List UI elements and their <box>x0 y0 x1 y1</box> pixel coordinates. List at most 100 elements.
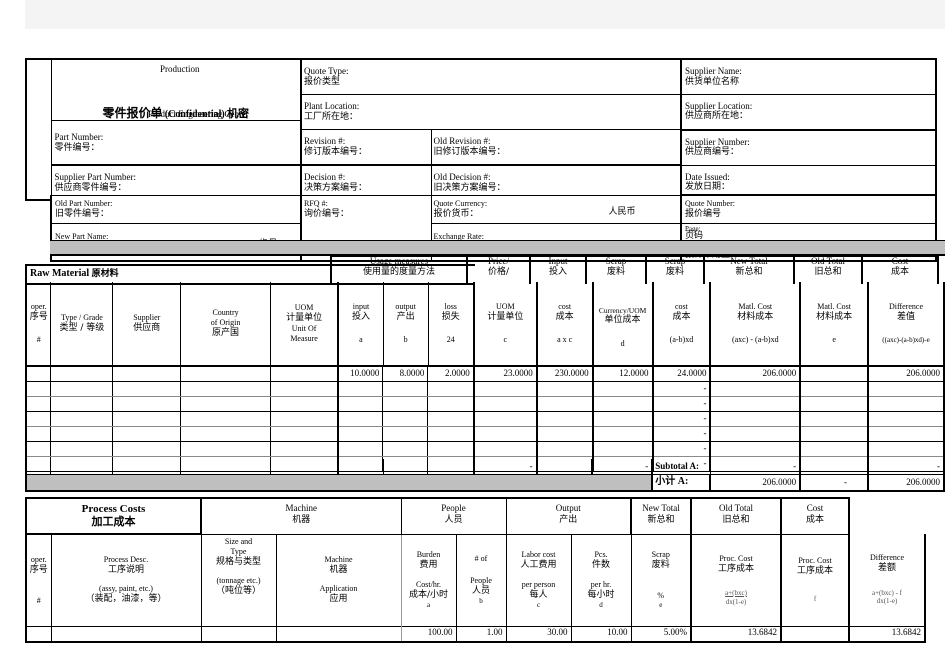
cell[interactable]: 12.0000 <box>592 366 654 382</box>
cell[interactable]: - <box>652 381 712 397</box>
cell[interactable] <box>473 396 538 412</box>
old-revision-cell[interactable]: Old Revision #: 旧修订版本编号： <box>430 129 681 165</box>
cell[interactable] <box>50 441 114 457</box>
cell[interactable] <box>800 411 870 427</box>
cell[interactable]: 5.00% <box>631 625 692 643</box>
cell[interactable] <box>180 381 271 397</box>
cell[interactable]: - <box>652 411 712 427</box>
cell[interactable] <box>868 441 945 457</box>
cell[interactable]: 13.6842 <box>849 625 926 643</box>
cell[interactable] <box>536 426 594 442</box>
cell[interactable]: - <box>652 396 712 412</box>
cell[interactable] <box>25 381 52 397</box>
quote-currency-cell[interactable]: Quote Currency: 报价货币： 人民币 <box>430 194 681 223</box>
cell[interactable] <box>800 426 870 442</box>
cell[interactable]: 13.6842 <box>691 625 782 643</box>
quote-number-cell[interactable]: Quote Number: 报价编号 <box>680 194 937 223</box>
cell[interactable] <box>112 396 181 412</box>
cell[interactable] <box>337 441 384 457</box>
cell[interactable] <box>427 396 475 412</box>
supplier-name-cell[interactable]: Supplier Name: 供货单位名称 <box>680 58 937 95</box>
cell[interactable] <box>781 625 850 643</box>
cell[interactable]: - <box>652 441 712 457</box>
table-row[interactable]: - <box>25 396 945 412</box>
cell[interactable] <box>868 426 945 442</box>
cell[interactable] <box>50 411 114 427</box>
revision-cell[interactable]: Revision #: 修订版本编号： <box>300 129 431 165</box>
cell[interactable] <box>536 411 594 427</box>
cell[interactable] <box>270 426 339 442</box>
table-row[interactable]: 100.00 1.00 30.00 10.00 5.00% 13.6842 13.6842 <box>25 625 926 643</box>
cell[interactable]: - <box>652 426 712 442</box>
cell[interactable] <box>800 441 870 457</box>
cell[interactable] <box>337 381 384 397</box>
cell[interactable] <box>112 426 181 442</box>
cell[interactable]: 23.0000 <box>473 366 538 382</box>
cell[interactable] <box>270 411 339 427</box>
rfq-cell[interactable]: RFQ #: 询价编号： <box>300 194 431 223</box>
cell[interactable]: 2.0000 <box>427 366 475 382</box>
cell[interactable] <box>25 411 52 427</box>
table-row[interactable]: - <box>25 381 945 397</box>
cell[interactable] <box>112 411 181 427</box>
cell[interactable] <box>382 381 429 397</box>
cell[interactable]: 230.0000 <box>536 366 594 382</box>
cell[interactable]: 10.0000 <box>337 366 384 382</box>
cell[interactable] <box>50 396 114 412</box>
cell[interactable] <box>382 396 429 412</box>
old-part-number-cell[interactable]: Old Part Number: 旧零件编号： <box>50 194 301 223</box>
cell[interactable] <box>592 396 654 412</box>
cell[interactable]: 206.0000 <box>868 366 945 382</box>
cell[interactable] <box>427 426 475 442</box>
supplier-number-cell[interactable]: Supplier Number: 供应商编号： <box>680 128 937 165</box>
cell[interactable] <box>270 381 339 397</box>
cell[interactable] <box>536 441 594 457</box>
table-row[interactable]: - <box>25 441 945 457</box>
table-row[interactable]: 10.0000 8.0000 2.0000 23.0000 230.0000 12.000… <box>25 366 945 382</box>
cell[interactable] <box>337 426 384 442</box>
cell[interactable] <box>337 396 384 412</box>
cell[interactable] <box>276 625 402 643</box>
cell[interactable] <box>270 366 339 382</box>
table-row[interactable]: - <box>25 426 945 442</box>
cell[interactable] <box>112 441 181 457</box>
cell[interactable] <box>180 426 271 442</box>
cell[interactable] <box>868 396 945 412</box>
cell[interactable] <box>473 411 538 427</box>
cell[interactable] <box>180 441 271 457</box>
cell[interactable] <box>592 441 654 457</box>
cell[interactable] <box>180 411 271 427</box>
cell[interactable]: 100.00 <box>401 625 457 643</box>
cell[interactable] <box>536 381 594 397</box>
cell[interactable]: 1.00 <box>456 625 507 643</box>
cell[interactable] <box>710 396 802 412</box>
cell[interactable] <box>180 396 271 412</box>
cell[interactable] <box>427 381 475 397</box>
cell[interactable] <box>473 426 538 442</box>
cell[interactable] <box>800 396 870 412</box>
cell[interactable] <box>270 441 339 457</box>
cell[interactable]: 8.0000 <box>382 366 429 382</box>
cell[interactable] <box>473 381 538 397</box>
plant-location-cell[interactable]: Plant Location: 工厂所在地： Product Engineeri… <box>148 94 682 130</box>
cell[interactable] <box>51 625 202 643</box>
cell[interactable] <box>50 366 114 382</box>
cell[interactable] <box>868 381 945 397</box>
cell[interactable] <box>427 441 475 457</box>
cell[interactable]: 206.0000 <box>710 366 802 382</box>
cell[interactable] <box>25 396 52 412</box>
cell[interactable] <box>201 625 277 643</box>
cell[interactable] <box>800 366 870 382</box>
cell[interactable]: 24.0000 <box>652 366 712 382</box>
cell[interactable] <box>270 396 339 412</box>
cell[interactable] <box>592 381 654 397</box>
cell[interactable] <box>592 426 654 442</box>
cell[interactable] <box>382 426 429 442</box>
part-number-cell[interactable]: Part Number: 零件编号： <box>50 120 301 165</box>
cell[interactable] <box>536 396 594 412</box>
cell[interactable] <box>710 411 802 427</box>
cell[interactable]: 10.00 <box>571 625 632 643</box>
cell[interactable] <box>337 411 384 427</box>
cell[interactable] <box>427 411 475 427</box>
cell[interactable] <box>25 366 52 382</box>
